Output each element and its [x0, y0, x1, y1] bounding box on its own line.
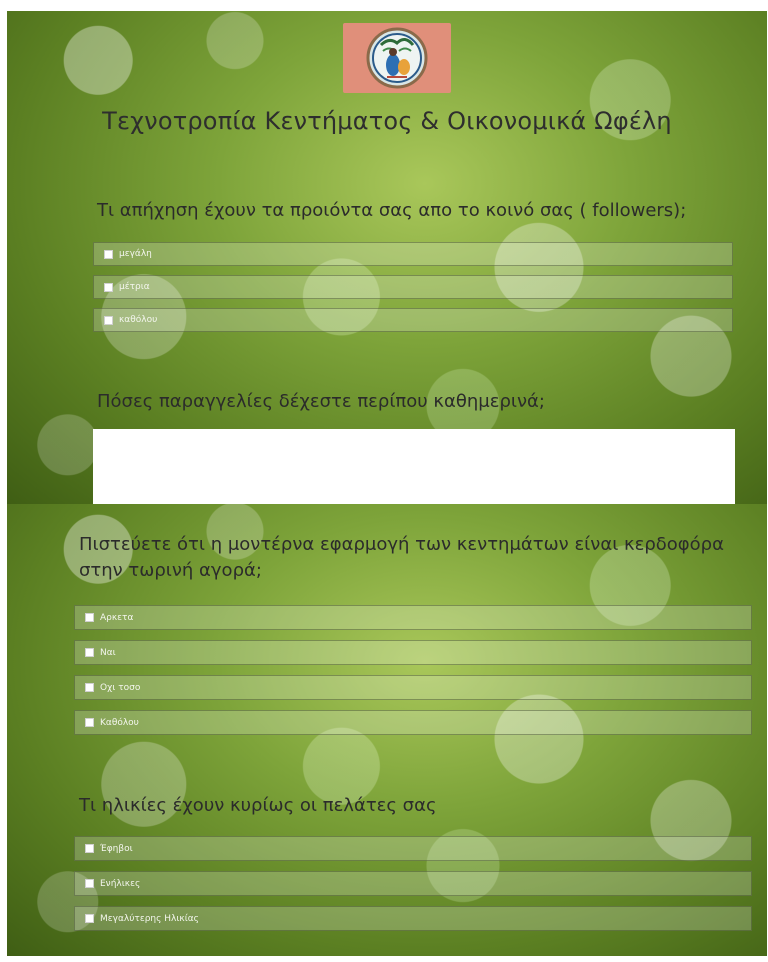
- form-title: Τεχνοτροπία Κεντήματος & Οικονομικά Ωφέλ…: [102, 107, 672, 135]
- question-3-options: Αρκετα Ναι Οχι τοσο Καθόλου: [74, 605, 752, 745]
- form-section-bottom: Πιστεύετε ότι η μοντέρνα εφαρμογή των κε…: [7, 504, 767, 956]
- checkbox[interactable]: [85, 613, 94, 622]
- checkbox[interactable]: [85, 879, 94, 888]
- checkbox[interactable]: [85, 844, 94, 853]
- option-label: Οχι τοσο: [100, 682, 141, 693]
- question-3-label: Πιστεύετε ότι η μοντέρνα εφαρμογή των κε…: [79, 534, 724, 581]
- option-label: Ναι: [100, 647, 116, 658]
- option-megalyteris-ilikias[interactable]: Μεγαλύτερης Ηλικίας: [74, 906, 752, 931]
- option-efivoi[interactable]: Έφηβοι: [74, 836, 752, 861]
- option-label: Καθόλου: [100, 717, 139, 728]
- option-megali[interactable]: μεγάλη: [93, 242, 733, 266]
- checkbox[interactable]: [104, 249, 113, 259]
- option-katholou[interactable]: καθόλου: [93, 308, 733, 332]
- option-arketa[interactable]: Αρκετα: [74, 605, 752, 630]
- embroidery-logo: [343, 23, 451, 93]
- option-label: Ενήλικες: [100, 878, 141, 889]
- option-label: Έφηβοι: [100, 843, 133, 854]
- option-label: καθόλου: [119, 315, 158, 325]
- question-4-label: Τι ηλικίες έχουν κυρίως οι πελάτες σας: [79, 795, 437, 816]
- option-label: μεγάλη: [119, 249, 152, 259]
- checkbox[interactable]: [104, 282, 113, 292]
- question-1-label: Τι απήχηση έχουν τα προιόντα σας απο το …: [97, 200, 687, 221]
- option-label: μέτρια: [119, 282, 150, 292]
- option-oxi-toso[interactable]: Οχι τοσο: [74, 675, 752, 700]
- daily-orders-answer-field[interactable]: [93, 429, 735, 504]
- question-1-options: μεγάλη μέτρια καθόλου: [93, 242, 733, 341]
- question-4-options: Έφηβοι Ενήλικες Μεγαλύτερης Ηλικίας: [74, 836, 752, 941]
- option-metria[interactable]: μέτρια: [93, 275, 733, 299]
- checkbox[interactable]: [104, 315, 113, 325]
- checkbox[interactable]: [85, 914, 94, 923]
- option-label: Μεγαλύτερης Ηλικίας: [100, 913, 199, 924]
- checkbox[interactable]: [85, 648, 94, 657]
- embroidery-hoop-icon: [366, 27, 428, 89]
- checkbox[interactable]: [85, 683, 94, 692]
- form-section-top: Τεχνοτροπία Κεντήματος & Οικονομικά Ωφέλ…: [7, 11, 767, 504]
- option-nai[interactable]: Ναι: [74, 640, 752, 665]
- question-2-label: Πόσες παραγγελίες δέχεστε περίπου καθημε…: [97, 391, 545, 412]
- checkbox[interactable]: [85, 718, 94, 727]
- option-label: Αρκετα: [100, 612, 134, 623]
- option-enilikes[interactable]: Ενήλικες: [74, 871, 752, 896]
- option-katholou[interactable]: Καθόλου: [74, 710, 752, 735]
